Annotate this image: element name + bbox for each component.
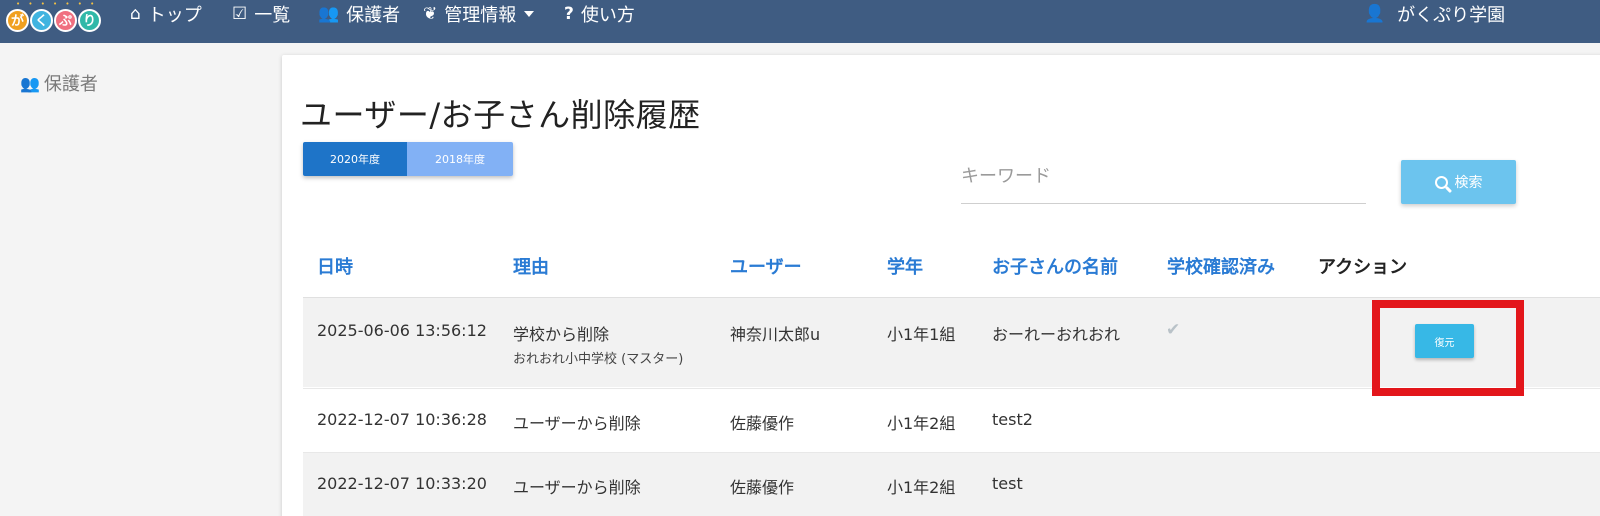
nav-list[interactable]: ☑ 一覧: [232, 0, 290, 28]
logo-letter-4: り: [78, 9, 101, 32]
users-icon: 👥: [20, 73, 40, 93]
nav-admin-label: 管理情報: [444, 5, 517, 26]
sidebar-title-label: 保護者: [43, 74, 98, 95]
nav-help-label: 使い方: [580, 5, 635, 26]
top-navbar: • • • • • • • が く ぷ り ⌂ トップ ☑ 一覧 👥 保護者 ❦…: [0, 0, 1600, 43]
nav-top[interactable]: ⌂ トップ: [130, 0, 202, 28]
col-header-grade[interactable]: 学年: [887, 253, 923, 279]
year-button-2018[interactable]: 2018年度: [407, 142, 513, 176]
col-header-action: アクション: [1318, 257, 1408, 278]
col-header-datetime[interactable]: 日時: [317, 253, 353, 279]
calendar-check-icon: ☑: [232, 3, 248, 24]
nav-admin[interactable]: ❦ 管理情報: [423, 0, 535, 28]
cell-datetime: 2022-12-07 10:33:20: [317, 474, 487, 493]
keyword-placeholder: キーワード: [961, 166, 1051, 187]
cell-user: 佐藤優作: [730, 478, 795, 497]
sidebar-item-guardians[interactable]: 👥 保護者: [20, 70, 98, 96]
col-header-school-confirmed[interactable]: 学校確認済み: [1167, 253, 1275, 279]
cell-grade: 小1年2組: [887, 478, 956, 497]
col-header-child-name[interactable]: お子さんの名前: [992, 253, 1118, 279]
cell-reason: 学校から削除: [513, 325, 610, 344]
cell-grade: 小1年2組: [887, 414, 956, 433]
cell-user: 佐藤優作: [730, 414, 795, 433]
user-icon: 👤: [1364, 3, 1386, 24]
cell-datetime: 2025-06-06 13:56:12: [317, 321, 487, 340]
logo-letter-1: が: [6, 9, 29, 32]
logo-letter-2: く: [30, 9, 53, 32]
nav-top-label: トップ: [147, 5, 202, 26]
cell-reason: ユーザーから削除: [513, 478, 641, 497]
cell-child-name: test: [992, 474, 1023, 493]
search-icon: [1434, 175, 1448, 189]
nav-list-label: 一覧: [254, 5, 291, 26]
keyword-input[interactable]: キーワード: [961, 160, 1366, 204]
check-icon: ✔: [1166, 320, 1181, 340]
col-header-user[interactable]: ユーザー: [730, 253, 802, 279]
logo-letter-3: ぷ: [54, 9, 77, 32]
nav-help[interactable]: ? 使い方: [564, 0, 635, 28]
search-button[interactable]: 検索: [1401, 160, 1516, 204]
nav-guardians[interactable]: 👥 保護者: [318, 0, 400, 28]
search-button-label: 検索: [1454, 175, 1483, 191]
app-logo[interactable]: • • • • • • • が く ぷ り: [6, 0, 106, 34]
cell-reason: ユーザーから削除: [513, 414, 641, 433]
nav-user-label: がくぷり学園: [1397, 5, 1506, 26]
cell-datetime: 2022-12-07 10:36:28: [317, 410, 487, 429]
logo-dots: • • • • • • •: [16, 0, 98, 8]
chevron-down-icon: [524, 11, 535, 17]
users-icon: 👥: [318, 3, 340, 24]
home-icon: ⌂: [130, 3, 141, 24]
leaf-icon: ❦: [423, 3, 438, 24]
cell-user: 神奈川太郎u: [730, 325, 821, 344]
year-button-2020[interactable]: 2020年度: [303, 142, 407, 176]
col-header-reason[interactable]: 理由: [513, 253, 549, 279]
page-title: ユーザー/お子さん削除履歴: [300, 96, 701, 134]
year-selector: 2020年度 2018年度: [303, 142, 513, 176]
highlight-annotation-box: [1372, 300, 1524, 396]
nav-guardians-label: 保護者: [346, 5, 401, 26]
cell-child-name: おーれーおれおれ: [992, 325, 1121, 344]
question-icon: ?: [564, 3, 574, 24]
cell-grade: 小1年1組: [887, 325, 956, 344]
cell-child-name: test2: [992, 410, 1033, 429]
nav-user-menu[interactable]: 👤 がくぷり学園: [1364, 0, 1505, 28]
cell-reason-sub: おれおれ小中学校 (マスター): [513, 352, 684, 367]
